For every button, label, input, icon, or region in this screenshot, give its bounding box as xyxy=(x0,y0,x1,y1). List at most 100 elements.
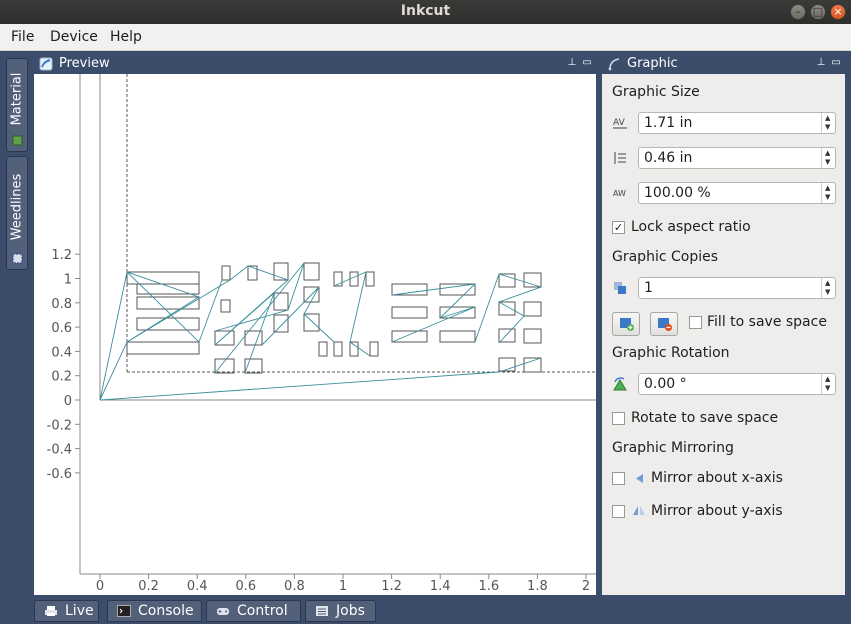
height-input[interactable]: 0.46 in ▲ ▼ xyxy=(638,147,836,169)
mirror-x-label: Mirror about x-axis xyxy=(651,470,783,486)
tab-material-label: Material xyxy=(9,72,25,126)
window-title: Inkcut xyxy=(400,3,451,19)
cut-shape xyxy=(391,330,428,343)
copies-stepper[interactable]: ▲ ▼ xyxy=(821,278,835,298)
terminal-icon xyxy=(117,605,131,617)
tab-material[interactable]: Material xyxy=(6,58,28,152)
cut-shape xyxy=(273,314,289,333)
cut-shape xyxy=(247,265,258,281)
cut-shape xyxy=(126,341,200,355)
gamepad-icon xyxy=(217,608,229,615)
graphic-copies-heading: Graphic Copies xyxy=(612,249,719,265)
tab-jobs-label: Jobs xyxy=(336,603,365,619)
travel-path xyxy=(99,271,201,401)
preview-dock: Preview ⊥ ▭ 0 0.2 0.4 0.6 0.8 1 1.2 1.4 1.6 1.8 2 … xyxy=(34,54,596,595)
width-stepper[interactable]: ▲ ▼ xyxy=(821,113,835,133)
y-tick-label: -0.6 xyxy=(47,467,72,482)
pin-icon[interactable]: ⊥ xyxy=(566,56,578,70)
x-tick-label: 0.2 xyxy=(138,579,159,594)
fill-space-checkbox[interactable] xyxy=(689,316,702,329)
cut-shape xyxy=(439,330,476,343)
copies-icon xyxy=(614,282,626,294)
cut-shape xyxy=(523,272,542,288)
tab-live-label: Live xyxy=(65,603,94,619)
x-tick-label: 0.8 xyxy=(284,579,305,594)
copies-input[interactable]: 1 ▲ ▼ xyxy=(638,277,836,299)
x-tick-label: 1.2 xyxy=(381,579,402,594)
preview-plot[interactable]: 0 0.2 0.4 0.6 0.8 1 1.2 1.4 1.6 1.8 2 1.2 1 0.8 0.6 0.… xyxy=(34,74,596,595)
width-value: 1.71 in xyxy=(644,115,693,131)
maximize-icon[interactable]: □ xyxy=(810,4,826,20)
tab-console[interactable]: Console xyxy=(107,600,202,622)
x-tick-label: 1 xyxy=(339,579,347,594)
menu-help[interactable]: Help xyxy=(110,29,142,45)
graphic-icon xyxy=(608,58,620,71)
cut-shape xyxy=(136,283,200,295)
rotate-save-checkbox[interactable] xyxy=(612,412,625,425)
svg-text:AW: AW xyxy=(613,189,626,198)
tab-weedlines[interactable]: Weedlines xyxy=(6,156,28,270)
cut-shape xyxy=(220,299,231,313)
graphic-title: Graphic xyxy=(627,56,678,71)
lock-aspect-label: Lock aspect ratio xyxy=(631,219,751,235)
minimize-icon[interactable]: – xyxy=(790,4,806,20)
y-tick-label: 1 xyxy=(64,273,72,288)
x-tick-label: 0.6 xyxy=(235,579,256,594)
rotate-save-label: Rotate to save space xyxy=(631,410,779,426)
cut-shape xyxy=(349,341,359,357)
tab-console-label: Console xyxy=(138,603,194,619)
svg-text:AV: AV xyxy=(613,118,626,128)
y-tick-label: -0.2 xyxy=(47,418,72,433)
menu-device[interactable]: Device xyxy=(50,29,98,45)
mirror-y-checkbox[interactable] xyxy=(612,505,625,518)
rotation-input[interactable]: 0.00 ° ▲ ▼ xyxy=(638,373,836,395)
height-stepper[interactable]: ▲ ▼ xyxy=(821,148,835,168)
menu-bar: File Device Help xyxy=(0,24,851,51)
side-tab-bar: Material Weedlines xyxy=(4,52,30,596)
x-axis-ticks: 0 0.2 0.4 0.6 0.8 1 1.2 1.4 1.6 1.8 2 xyxy=(96,574,590,594)
rotation-stepper[interactable]: ▲ ▼ xyxy=(821,374,835,394)
menu-file[interactable]: File xyxy=(11,29,34,45)
add-copy-icon xyxy=(620,318,634,331)
width-icon: AV xyxy=(613,118,627,129)
travel-path xyxy=(474,273,543,344)
width-input[interactable]: 1.71 in ▲ ▼ xyxy=(638,112,836,134)
graphic-dock: Graphic ⊥ ▭ Graphic Size AV 1.71 in ▲ ▼ 0… xyxy=(602,54,845,595)
fill-space-label: Fill to save space xyxy=(707,314,827,330)
tab-control[interactable]: Control xyxy=(206,600,301,622)
close-icon[interactable]: × xyxy=(830,4,846,20)
lock-aspect-checkbox[interactable]: ✓ xyxy=(612,221,625,234)
x-tick-label: 1.4 xyxy=(430,579,451,594)
tab-live[interactable]: Live xyxy=(34,600,99,622)
pin-icon[interactable]: ⊥ xyxy=(815,56,827,70)
y-tick-label: 0.8 xyxy=(51,297,72,312)
float-icon[interactable]: ▭ xyxy=(581,56,593,70)
scale-stepper[interactable]: ▲ ▼ xyxy=(821,183,835,203)
cut-shape xyxy=(523,357,542,373)
x-tick-label: 1.6 xyxy=(478,579,499,594)
cut-shape xyxy=(273,292,289,311)
float-icon[interactable]: ▭ xyxy=(830,56,842,70)
graphic-rotation-heading: Graphic Rotation xyxy=(612,345,730,361)
copies-value: 1 xyxy=(644,280,653,296)
mirror-y-label: Mirror about y-axis xyxy=(651,503,783,519)
tab-control-label: Control xyxy=(237,603,288,619)
tab-jobs[interactable]: Jobs xyxy=(305,600,376,622)
remove-copy-button[interactable] xyxy=(650,312,678,336)
y-tick-label: -0.4 xyxy=(47,443,72,458)
graphic-size-heading: Graphic Size xyxy=(612,84,700,100)
scale-input[interactable]: 100.00 % ▲ ▼ xyxy=(638,182,836,204)
rotation-icon xyxy=(613,377,627,391)
x-tick-label: 0 xyxy=(96,579,104,594)
list-icon xyxy=(316,606,328,616)
cut-shape xyxy=(221,265,231,281)
add-copy-button[interactable] xyxy=(612,312,640,336)
y-tick-label: 0 xyxy=(64,394,72,409)
travel-path xyxy=(99,357,542,401)
travel-path xyxy=(333,271,371,357)
printer-icon xyxy=(45,606,57,616)
tab-weedlines-label: Weedlines xyxy=(9,173,25,241)
mirror-x-checkbox[interactable] xyxy=(612,472,625,485)
cut-shape xyxy=(349,271,359,287)
cut-shape xyxy=(391,306,428,319)
